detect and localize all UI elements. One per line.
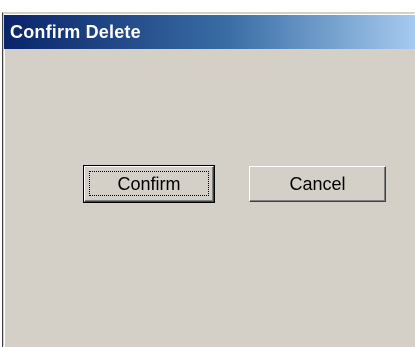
title-bar[interactable]: Confirm Delete (4, 15, 415, 49)
dialog-title: Confirm Delete (10, 21, 141, 42)
confirm-button[interactable]: Confirm (83, 165, 215, 203)
cancel-button[interactable]: Cancel (249, 166, 386, 202)
confirm-button-label: Confirm (117, 173, 181, 194)
cancel-button-label: Cancel (289, 173, 346, 194)
